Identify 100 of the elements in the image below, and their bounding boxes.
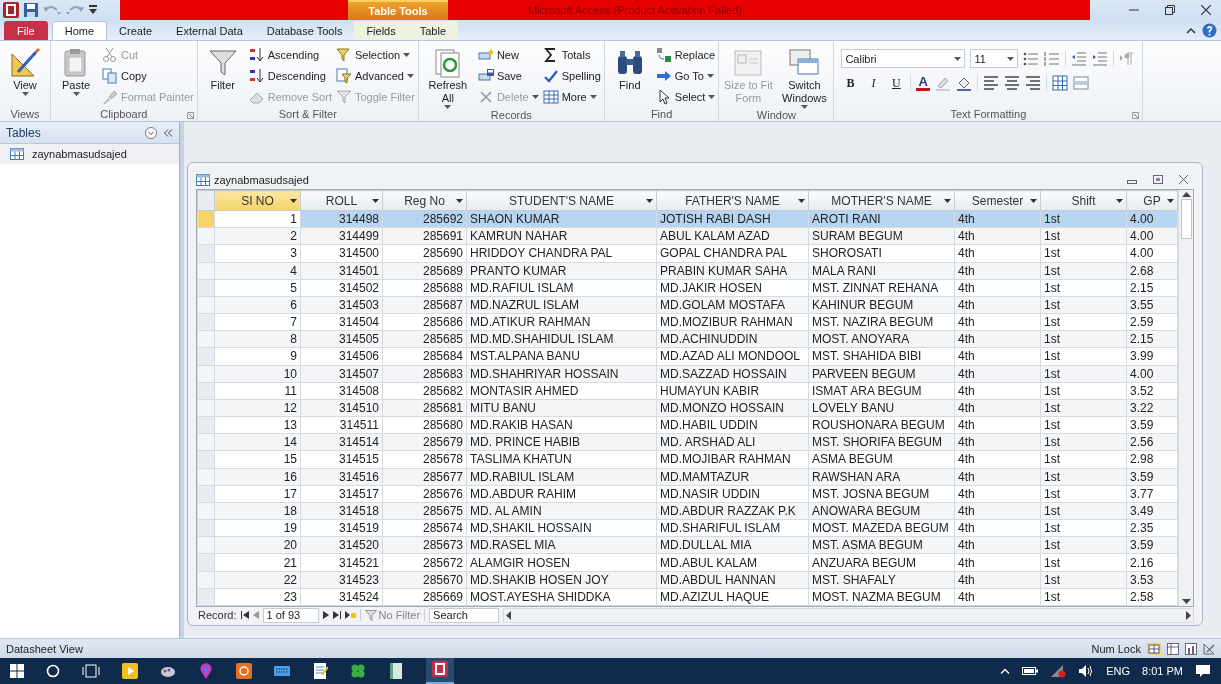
map-pin-icon[interactable] bbox=[198, 663, 214, 679]
fill-color-icon[interactable] bbox=[955, 75, 972, 91]
taskbar-app-active[interactable] bbox=[426, 658, 454, 684]
ribbon-button[interactable]: Spelling bbox=[542, 66, 601, 86]
column-header[interactable]: STUDENT'S NAME bbox=[466, 190, 657, 211]
column-header[interactable]: MOTHER'S NAME bbox=[808, 190, 955, 211]
paragraph-direction-icon[interactable] bbox=[1119, 50, 1136, 67]
format-button[interactable]: I bbox=[864, 74, 883, 92]
search-icon[interactable] bbox=[46, 664, 60, 678]
notification-icon[interactable] bbox=[1195, 664, 1211, 678]
ribbon-button[interactable]: Descending bbox=[248, 66, 332, 86]
next-record-icon[interactable] bbox=[322, 611, 329, 619]
format-button[interactable]: U bbox=[887, 74, 906, 92]
windows-logo-icon[interactable] bbox=[10, 664, 24, 678]
ribbon-tab[interactable]: Home bbox=[51, 21, 108, 40]
row-color-icon[interactable] bbox=[1072, 75, 1089, 91]
photo-app-icon[interactable] bbox=[236, 663, 252, 679]
pivot-table-icon[interactable] bbox=[1167, 642, 1179, 655]
ribbon-button[interactable]: Replace bbox=[655, 45, 716, 65]
first-record-icon[interactable] bbox=[240, 611, 249, 619]
chevron-circle-icon[interactable] bbox=[145, 126, 158, 139]
redo-icon[interactable] bbox=[66, 4, 84, 16]
notepad-icon[interactable] bbox=[312, 663, 328, 679]
restore-icon[interactable] bbox=[1153, 175, 1163, 184]
column-header[interactable]: Reg No bbox=[382, 190, 467, 211]
search-field[interactable]: Search bbox=[429, 607, 500, 623]
column-header[interactable]: SI NO bbox=[214, 190, 301, 211]
ribbon-button[interactable]: View bbox=[3, 45, 47, 96]
notebook-icon[interactable] bbox=[388, 663, 404, 679]
format-button[interactable]: B bbox=[841, 74, 860, 92]
ribbon-button[interactable]: Select bbox=[655, 87, 716, 107]
ribbon-button[interactable]: Paste bbox=[54, 45, 98, 96]
record-position-field[interactable]: 1 of 93 bbox=[262, 607, 319, 623]
align-right-icon[interactable] bbox=[1024, 75, 1041, 91]
language-indicator[interactable]: ENG bbox=[1106, 665, 1131, 677]
task-view-icon[interactable] bbox=[82, 664, 100, 678]
dialog-launcher-icon[interactable] bbox=[186, 112, 194, 119]
ribbon-tab[interactable]: External Data bbox=[164, 21, 255, 40]
previous-record-icon[interactable] bbox=[252, 611, 259, 619]
increase-indent-icon[interactable] bbox=[1092, 50, 1109, 67]
column-header[interactable]: GP bbox=[1126, 190, 1178, 211]
app-icon[interactable] bbox=[3, 2, 19, 18]
horizontal-scrollbar[interactable] bbox=[503, 607, 1194, 623]
ribbon-button[interactable]: Go To bbox=[655, 66, 716, 86]
ribbon-button[interactable]: Selection bbox=[335, 45, 415, 65]
ribbon-tab[interactable]: Database Tools bbox=[254, 21, 355, 40]
ribbon-button[interactable]: Refresh All bbox=[421, 45, 474, 109]
scroll-left-icon[interactable] bbox=[506, 610, 512, 620]
nav-item[interactable]: zaynabmasudsajed bbox=[0, 144, 180, 164]
ribbon-tab[interactable]: File bbox=[4, 21, 48, 40]
ribbon-button[interactable]: Ascending bbox=[248, 45, 332, 65]
scrollbar-thumb[interactable] bbox=[1180, 199, 1192, 239]
design-view-icon[interactable] bbox=[1203, 642, 1215, 655]
decrease-indent-icon[interactable] bbox=[1071, 50, 1088, 67]
new-record-icon[interactable] bbox=[344, 610, 356, 620]
clover-icon[interactable] bbox=[350, 663, 366, 679]
battery-icon[interactable] bbox=[1022, 666, 1039, 676]
ribbon-button[interactable]: More bbox=[542, 87, 601, 107]
volume-icon[interactable] bbox=[1078, 664, 1095, 678]
ribbon-button[interactable]: Totals bbox=[542, 45, 601, 65]
last-record-icon[interactable] bbox=[332, 611, 341, 619]
datasheet-view-icon[interactable] bbox=[1147, 642, 1161, 655]
clock[interactable]: 8:01 PM bbox=[1142, 665, 1183, 677]
ribbon-button[interactable]: Copy bbox=[102, 66, 194, 86]
ribbon-button[interactable]: Switch Windows bbox=[778, 45, 831, 109]
bullets-icon[interactable] bbox=[1023, 50, 1040, 67]
pivot-chart-icon[interactable] bbox=[1185, 642, 1197, 655]
ribbon-tab[interactable]: Create bbox=[107, 21, 165, 40]
ribbon-button[interactable]: Save bbox=[477, 66, 539, 86]
font-color-button[interactable]: A bbox=[916, 75, 930, 91]
ribbon-button[interactable]: Find bbox=[607, 45, 652, 92]
keyboard-icon[interactable] bbox=[274, 663, 290, 679]
ribbon-tab[interactable]: Table bbox=[407, 21, 459, 40]
undo-icon[interactable] bbox=[43, 4, 61, 16]
font-size-dropdown[interactable]: 11 bbox=[970, 49, 1019, 68]
align-center-icon[interactable] bbox=[1003, 75, 1020, 91]
align-left-icon[interactable] bbox=[982, 75, 999, 91]
network-icon[interactable] bbox=[1050, 664, 1067, 678]
chevron-up-icon[interactable] bbox=[1000, 668, 1011, 674]
ribbon-button[interactable]: New bbox=[477, 45, 539, 65]
vertical-scrollbar[interactable] bbox=[1178, 190, 1193, 606]
collapse-pane-icon[interactable] bbox=[163, 128, 174, 137]
ribbon-button[interactable]: Filter bbox=[200, 45, 245, 92]
column-header[interactable]: FATHER'S NAME bbox=[656, 190, 809, 211]
font-dropdown[interactable]: Calibri bbox=[841, 49, 966, 68]
close-icon[interactable] bbox=[1179, 175, 1188, 184]
media-player-icon[interactable] bbox=[122, 663, 138, 679]
column-header[interactable]: Shift bbox=[1040, 190, 1127, 211]
save-icon[interactable] bbox=[24, 3, 38, 17]
scroll-right-icon[interactable] bbox=[1186, 610, 1191, 620]
column-header[interactable]: Semester bbox=[954, 190, 1041, 211]
scroll-down-icon[interactable] bbox=[1181, 599, 1191, 604]
scroll-up-icon[interactable] bbox=[1181, 192, 1191, 197]
restore-icon[interactable] bbox=[1165, 5, 1175, 15]
help-icon[interactable] bbox=[1202, 22, 1217, 38]
customize-caret-icon[interactable] bbox=[89, 5, 97, 15]
collapse-ribbon-icon[interactable] bbox=[1186, 26, 1196, 34]
close-icon[interactable] bbox=[1201, 5, 1211, 15]
ribbon-tab[interactable]: Fields bbox=[354, 21, 408, 40]
dialog-launcher-icon[interactable] bbox=[1132, 112, 1140, 119]
